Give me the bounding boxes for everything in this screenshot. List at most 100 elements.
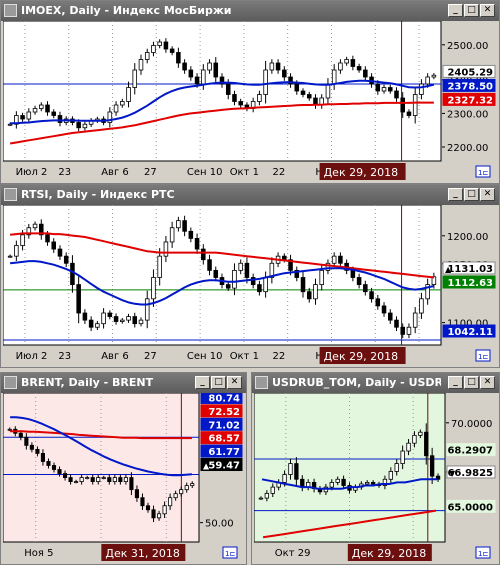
price-badge-label: 61.77 xyxy=(208,447,240,458)
candle-body xyxy=(350,269,356,278)
candle-body xyxy=(51,241,57,250)
x-axis-labels: Июл 223Авг 627Сен 10Окт 122Ноя 626 xyxy=(16,167,371,178)
candle-body xyxy=(400,326,405,335)
candle-body xyxy=(425,76,430,85)
candle-body xyxy=(194,76,200,85)
price-badge: 72.52 xyxy=(200,404,243,418)
candle-body xyxy=(144,298,150,321)
candle-body xyxy=(270,486,275,494)
candle-body xyxy=(14,245,19,257)
chart-window-brent[interactable]: BRENT, Daily - BRENT _ □ ✕ 50.00 80.74 72.… xyxy=(0,372,247,565)
candle-body xyxy=(306,94,312,99)
candle-body xyxy=(375,298,381,307)
chart-window-icon xyxy=(255,376,268,389)
candle-body xyxy=(341,478,346,486)
chart-area[interactable]: 50.0080.7472.5271.0268.5761.7759.47▲Ноя … xyxy=(3,393,244,564)
price-badge-label: 71.02 xyxy=(208,420,240,431)
maximize-icon[interactable]: □ xyxy=(464,188,479,201)
candle-body xyxy=(126,87,131,102)
candle-body xyxy=(369,291,374,300)
chart-window-rtsi[interactable]: RTSI, Daily - Индекс РТС _ □ ✕ 1200.00 11… xyxy=(0,184,500,368)
candle-body xyxy=(356,66,362,71)
price-badge: 1112.63 xyxy=(442,275,496,289)
candle-body xyxy=(151,45,156,53)
candle-body xyxy=(365,482,370,485)
price-badge-label: 1112.63 xyxy=(447,278,493,289)
candle-body xyxy=(388,471,393,480)
window-title: IMOEX, Daily - Индекс МосБиржи xyxy=(21,4,232,17)
candle-body xyxy=(138,319,144,325)
price-badge: 65.0000 xyxy=(446,499,496,513)
price-badge: 1042.11 xyxy=(442,324,496,338)
chart-window-imoex[interactable]: IMOEX, Daily - Индекс МосБиржи _ □ ✕ 250… xyxy=(0,0,500,184)
window-title: USDRUB_TOM, Daily - USDR... xyxy=(272,376,441,389)
close-icon[interactable]: ✕ xyxy=(480,4,495,17)
maximize-icon[interactable]: □ xyxy=(464,376,479,389)
candle-body xyxy=(18,432,23,438)
candle-body xyxy=(120,101,125,106)
minimize-icon[interactable]: _ xyxy=(448,376,463,389)
candle-body xyxy=(394,319,399,328)
minimize-icon[interactable]: _ xyxy=(195,376,210,389)
candle-body xyxy=(429,455,435,477)
candle-body xyxy=(163,241,169,257)
candle-body xyxy=(282,69,287,78)
candle-body xyxy=(176,220,181,229)
y-tick-label: 1200.00 xyxy=(447,232,488,243)
price-badge-label: 72.52 xyxy=(208,407,240,418)
chart-area[interactable]: 2500.002400.002300.002200.002405.292378.… xyxy=(3,21,497,183)
candle-body xyxy=(381,87,387,92)
candle-body xyxy=(363,284,368,293)
candle-body xyxy=(132,316,138,325)
candle-body xyxy=(201,69,206,85)
window-titlebar[interactable]: USDRUB_TOM, Daily - USDR... _ □ ✕ xyxy=(252,373,499,393)
candle-body xyxy=(144,52,150,60)
candle-body xyxy=(101,477,106,479)
candle-body xyxy=(325,83,331,99)
window-titlebar[interactable]: BRENT, Daily - BRENT _ □ ✕ xyxy=(1,373,246,393)
minimize-icon[interactable]: _ xyxy=(448,4,463,17)
minimize-icon[interactable]: _ xyxy=(448,188,463,201)
y-tick-label: 50.00 xyxy=(205,519,234,530)
close-icon[interactable]: ✕ xyxy=(480,376,495,389)
close-icon[interactable]: ✕ xyxy=(480,188,495,201)
x-tick-label: 27 xyxy=(144,351,157,362)
candle-body xyxy=(188,69,194,78)
date-label: Дек 29, 2018 xyxy=(324,350,399,363)
chart-window-usdrub[interactable]: USDRUB_TOM, Daily - USDR... _ □ ✕ 70.000… xyxy=(251,372,500,565)
candle-body xyxy=(356,277,362,285)
candle-body xyxy=(282,474,287,483)
candle-body xyxy=(32,223,38,229)
candle-body xyxy=(156,513,162,519)
candle-body xyxy=(431,74,437,78)
maximize-icon[interactable]: □ xyxy=(464,4,479,17)
price-badge-arrow: ▲ xyxy=(445,265,452,274)
candle-body xyxy=(20,115,25,120)
candle-body xyxy=(238,262,243,271)
candle-body xyxy=(145,505,151,511)
maximize-icon[interactable]: □ xyxy=(211,376,226,389)
window-titlebar[interactable]: IMOEX, Daily - Индекс МосБиржи _ □ ✕ xyxy=(1,1,499,21)
window-titlebar[interactable]: RTSI, Daily - Индекс РТС _ □ ✕ xyxy=(1,185,499,205)
chart-area[interactable]: 1200.001150.001100.001131.03▲1112.631042… xyxy=(3,205,497,367)
candle-body xyxy=(123,477,128,482)
candle-body xyxy=(140,497,145,507)
candle-body xyxy=(151,509,156,519)
x-tick-label: 27 xyxy=(144,167,157,178)
candle-body xyxy=(406,326,412,335)
chart-window-icon xyxy=(4,188,17,201)
candle-body xyxy=(201,248,206,261)
candle-body xyxy=(412,94,418,116)
candle-body xyxy=(419,298,424,314)
candle-body xyxy=(182,220,187,232)
close-icon[interactable]: ✕ xyxy=(227,376,242,389)
candle-body xyxy=(95,323,100,328)
price-badge: 2405.29 xyxy=(442,64,496,78)
candle-body xyxy=(331,255,337,264)
candle-body xyxy=(263,277,268,293)
candle-body xyxy=(82,312,88,321)
candle-body xyxy=(24,436,29,446)
y-tick-label: 2500.00 xyxy=(447,41,488,52)
price-badge-label: 1131.03 xyxy=(447,264,493,275)
chart-area[interactable]: 70.000067.500068.290766.9825▼65.0000Окт … xyxy=(254,393,497,564)
